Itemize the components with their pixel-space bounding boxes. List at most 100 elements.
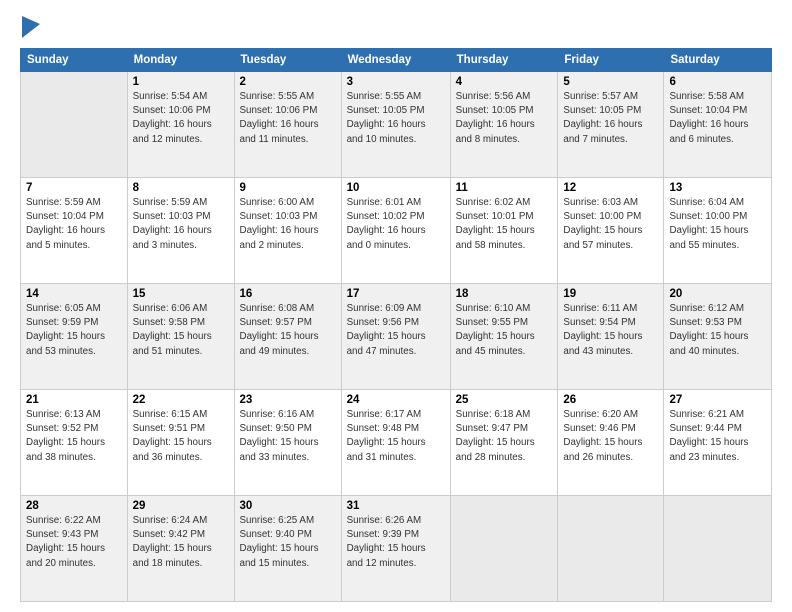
- day-info: Sunrise: 6:16 AM Sunset: 9:50 PM Dayligh…: [240, 408, 336, 465]
- day-number: 10: [347, 182, 445, 194]
- calendar-day-cell: 29 Sunrise: 6:24 AM Sunset: 9:42 PM Dayli…: [127, 496, 234, 602]
- day-info: Sunrise: 6:11 AM Sunset: 9:54 PM Dayligh…: [563, 302, 658, 359]
- day-number: 14: [26, 288, 122, 300]
- day-info: Sunrise: 6:02 AM Sunset: 10:01 PM Daylig…: [456, 196, 553, 253]
- calendar-day-cell: 17 Sunrise: 6:09 AM Sunset: 9:56 PM Dayli…: [341, 284, 450, 390]
- day-info: Sunrise: 6:10 AM Sunset: 9:55 PM Dayligh…: [456, 302, 553, 359]
- calendar-day-cell: 4 Sunrise: 5:56 AM Sunset: 10:05 PM Dayli…: [450, 72, 558, 178]
- day-info: Sunrise: 6:01 AM Sunset: 10:02 PM Daylig…: [347, 196, 445, 253]
- calendar-day-cell: 15 Sunrise: 6:06 AM Sunset: 9:58 PM Dayli…: [127, 284, 234, 390]
- day-info: Sunrise: 6:21 AM Sunset: 9:44 PM Dayligh…: [669, 408, 766, 465]
- calendar-day-cell: 24 Sunrise: 6:17 AM Sunset: 9:48 PM Dayli…: [341, 390, 450, 496]
- day-number: 22: [133, 394, 229, 406]
- calendar-day-cell: 26Sunrise: 6:20 AM Sunset: 9:46 PM Dayli…: [558, 390, 664, 496]
- day-info: Sunrise: 6:12 AM Sunset: 9:53 PM Dayligh…: [669, 302, 766, 359]
- calendar-day-cell: [450, 496, 558, 602]
- day-info: Sunrise: 6:13 AM Sunset: 9:52 PM Dayligh…: [26, 408, 122, 465]
- calendar-day-cell: 31 Sunrise: 6:26 AM Sunset: 9:39 PM Dayli…: [341, 496, 450, 602]
- day-info: Sunrise: 5:57 AM Sunset: 10:05 PM Daylig…: [563, 90, 658, 147]
- calendar-day-cell: 9 Sunrise: 6:00 AM Sunset: 10:03 PM Dayli…: [234, 178, 341, 284]
- day-number: 4: [456, 76, 553, 88]
- weekday-header-row: SundayMondayTuesdayWednesdayThursdayFrid…: [21, 49, 772, 72]
- calendar-day-cell: 11 Sunrise: 6:02 AM Sunset: 10:01 PM Dayl…: [450, 178, 558, 284]
- calendar-day-cell: 28 Sunrise: 6:22 AM Sunset: 9:43 PM Dayli…: [21, 496, 128, 602]
- day-number: 18: [456, 288, 553, 300]
- day-number: 20: [669, 288, 766, 300]
- day-info: Sunrise: 6:17 AM Sunset: 9:48 PM Dayligh…: [347, 408, 445, 465]
- day-info: Sunrise: 6:24 AM Sunset: 9:42 PM Dayligh…: [133, 514, 229, 571]
- calendar-table: SundayMondayTuesdayWednesdayThursdayFrid…: [20, 48, 772, 602]
- day-info: Sunrise: 6:00 AM Sunset: 10:03 PM Daylig…: [240, 196, 336, 253]
- calendar-day-cell: 6Sunrise: 5:58 AM Sunset: 10:04 PM Dayli…: [664, 72, 772, 178]
- day-info: Sunrise: 5:56 AM Sunset: 10:05 PM Daylig…: [456, 90, 553, 147]
- calendar-day-cell: 27 Sunrise: 6:21 AM Sunset: 9:44 PM Dayli…: [664, 390, 772, 496]
- day-number: 19: [563, 288, 658, 300]
- calendar-day-cell: 16 Sunrise: 6:08 AM Sunset: 9:57 PM Dayli…: [234, 284, 341, 390]
- calendar-day-cell: 2Sunrise: 5:55 AM Sunset: 10:06 PM Dayli…: [234, 72, 341, 178]
- weekday-header-sunday: Sunday: [21, 49, 128, 72]
- day-info: Sunrise: 6:09 AM Sunset: 9:56 PM Dayligh…: [347, 302, 445, 359]
- day-info: Sunrise: 5:59 AM Sunset: 10:03 PM Daylig…: [133, 196, 229, 253]
- day-info: Sunrise: 6:06 AM Sunset: 9:58 PM Dayligh…: [133, 302, 229, 359]
- calendar-day-cell: 5 Sunrise: 5:57 AM Sunset: 10:05 PM Dayli…: [558, 72, 664, 178]
- day-number: 7: [26, 182, 122, 194]
- day-number: 29: [133, 500, 229, 512]
- calendar-day-cell: 19 Sunrise: 6:11 AM Sunset: 9:54 PM Dayli…: [558, 284, 664, 390]
- day-number: 16: [240, 288, 336, 300]
- calendar-day-cell: 20 Sunrise: 6:12 AM Sunset: 9:53 PM Dayli…: [664, 284, 772, 390]
- day-info: Sunrise: 5:59 AM Sunset: 10:04 PM Daylig…: [26, 196, 122, 253]
- day-info: Sunrise: 6:15 AM Sunset: 9:51 PM Dayligh…: [133, 408, 229, 465]
- calendar-week-row: 7 Sunrise: 5:59 AM Sunset: 10:04 PM Dayli…: [21, 178, 772, 284]
- day-info: Sunrise: 6:25 AM Sunset: 9:40 PM Dayligh…: [240, 514, 336, 571]
- calendar-week-row: 14 Sunrise: 6:05 AM Sunset: 9:59 PM Dayli…: [21, 284, 772, 390]
- weekday-header-thursday: Thursday: [450, 49, 558, 72]
- day-number: 5: [563, 76, 658, 88]
- day-number: 28: [26, 500, 122, 512]
- day-info: Sunrise: 5:55 AM Sunset: 10:05 PM Daylig…: [347, 90, 445, 147]
- day-number: 8: [133, 182, 229, 194]
- calendar-day-cell: 12Sunrise: 6:03 AM Sunset: 10:00 PM Dayl…: [558, 178, 664, 284]
- day-info: Sunrise: 6:03 AM Sunset: 10:00 PM Daylig…: [563, 196, 658, 253]
- day-info: Sunrise: 5:55 AM Sunset: 10:06 PM Daylig…: [240, 90, 336, 147]
- day-info: Sunrise: 6:20 AM Sunset: 9:46 PM Dayligh…: [563, 408, 658, 465]
- logo: [20, 18, 40, 38]
- day-number: 6: [669, 76, 766, 88]
- day-number: 3: [347, 76, 445, 88]
- day-number: 15: [133, 288, 229, 300]
- day-info: Sunrise: 6:22 AM Sunset: 9:43 PM Dayligh…: [26, 514, 122, 571]
- calendar-week-row: 28 Sunrise: 6:22 AM Sunset: 9:43 PM Dayli…: [21, 496, 772, 602]
- day-info: Sunrise: 6:05 AM Sunset: 9:59 PM Dayligh…: [26, 302, 122, 359]
- calendar-day-cell: 8 Sunrise: 5:59 AM Sunset: 10:03 PM Dayli…: [127, 178, 234, 284]
- day-info: Sunrise: 6:08 AM Sunset: 9:57 PM Dayligh…: [240, 302, 336, 359]
- calendar-day-cell: 13 Sunrise: 6:04 AM Sunset: 10:00 PM Dayl…: [664, 178, 772, 284]
- calendar-day-cell: 7 Sunrise: 5:59 AM Sunset: 10:04 PM Dayli…: [21, 178, 128, 284]
- day-info: Sunrise: 5:54 AM Sunset: 10:06 PM Daylig…: [133, 90, 229, 147]
- day-number: 17: [347, 288, 445, 300]
- calendar-day-cell: 18 Sunrise: 6:10 AM Sunset: 9:55 PM Dayli…: [450, 284, 558, 390]
- logo-icon: [22, 16, 40, 38]
- calendar-day-cell: 3 Sunrise: 5:55 AM Sunset: 10:05 PM Dayli…: [341, 72, 450, 178]
- day-number: 23: [240, 394, 336, 406]
- header: [20, 18, 772, 38]
- day-number: 21: [26, 394, 122, 406]
- day-number: 9: [240, 182, 336, 194]
- day-number: 25: [456, 394, 553, 406]
- day-number: 13: [669, 182, 766, 194]
- day-number: 11: [456, 182, 553, 194]
- calendar-day-cell: 1 Sunrise: 5:54 AM Sunset: 10:06 PM Dayli…: [127, 72, 234, 178]
- calendar-week-row: 21 Sunrise: 6:13 AM Sunset: 9:52 PM Dayli…: [21, 390, 772, 496]
- day-number: 31: [347, 500, 445, 512]
- day-number: 24: [347, 394, 445, 406]
- calendar-day-cell: [664, 496, 772, 602]
- weekday-header-tuesday: Tuesday: [234, 49, 341, 72]
- calendar-day-cell: 22 Sunrise: 6:15 AM Sunset: 9:51 PM Dayli…: [127, 390, 234, 496]
- calendar-page: SundayMondayTuesdayWednesdayThursdayFrid…: [0, 0, 792, 612]
- day-info: Sunrise: 6:26 AM Sunset: 9:39 PM Dayligh…: [347, 514, 445, 571]
- calendar-day-cell: [21, 72, 128, 178]
- calendar-day-cell: 10 Sunrise: 6:01 AM Sunset: 10:02 PM Dayl…: [341, 178, 450, 284]
- day-number: 1: [133, 76, 229, 88]
- weekday-header-monday: Monday: [127, 49, 234, 72]
- day-number: 27: [669, 394, 766, 406]
- day-info: Sunrise: 6:04 AM Sunset: 10:00 PM Daylig…: [669, 196, 766, 253]
- calendar-day-cell: 23 Sunrise: 6:16 AM Sunset: 9:50 PM Dayli…: [234, 390, 341, 496]
